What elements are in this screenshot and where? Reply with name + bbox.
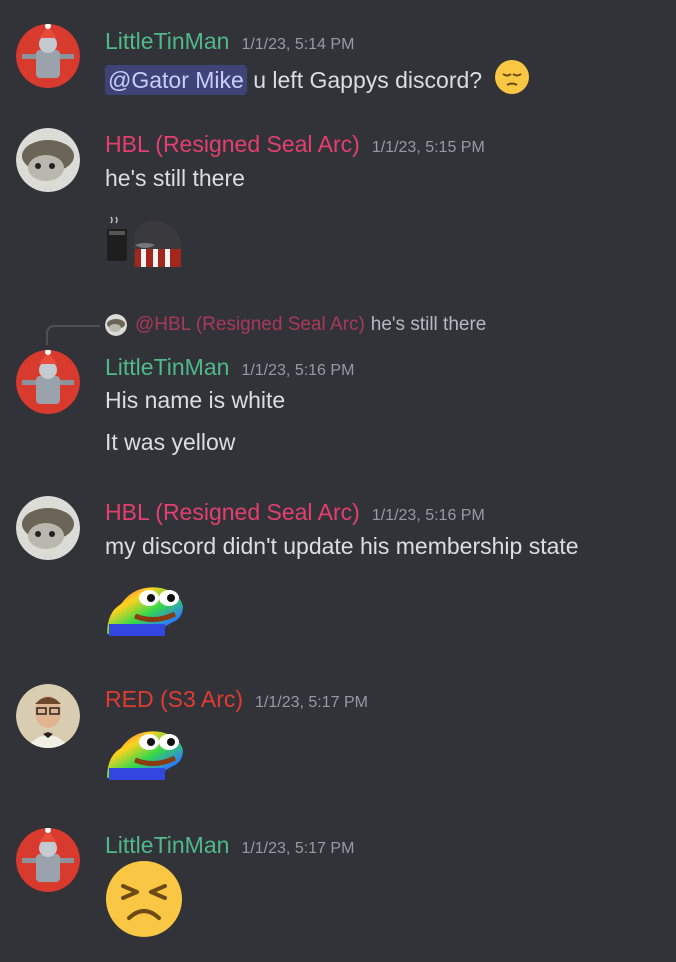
persevering-face-icon[interactable] bbox=[105, 860, 183, 943]
avatar-red[interactable] bbox=[16, 684, 80, 748]
message-body: u left Gappys discord? bbox=[253, 67, 483, 93]
author-name[interactable]: RED (S3 Arc) bbox=[105, 685, 243, 713]
user-mention[interactable]: @Gator Mike bbox=[105, 65, 247, 95]
rainbow-pepe-icon[interactable] bbox=[105, 580, 185, 643]
author-name[interactable]: HBL (Resigned Seal Arc) bbox=[105, 498, 360, 526]
message-text: @Gator Mike u left Gappys discord? bbox=[105, 59, 530, 102]
avatar-hbl[interactable] bbox=[16, 496, 80, 560]
reply-mention[interactable]: @HBL (Resigned Seal Arc) bbox=[135, 314, 365, 336]
message-line-2: It was yellow bbox=[105, 429, 236, 455]
timestamp[interactable]: 1/1/23, 5:17 PM bbox=[241, 840, 354, 858]
timestamp[interactable]: 1/1/23, 5:16 PM bbox=[241, 362, 354, 380]
message-body: he's still there bbox=[105, 165, 245, 191]
author-name[interactable]: LittleTinMan bbox=[105, 353, 229, 381]
pensive-face-icon bbox=[494, 59, 530, 102]
author-name[interactable]: LittleTinMan bbox=[105, 831, 229, 859]
timestamp[interactable]: 1/1/23, 5:17 PM bbox=[255, 694, 368, 712]
message-line-1: His name is white bbox=[105, 387, 286, 413]
reply-text: he's still there bbox=[370, 314, 487, 335]
timestamp[interactable]: 1/1/23, 5:15 PM bbox=[372, 139, 485, 157]
avatar-littletinman[interactable] bbox=[16, 350, 80, 414]
avatar-littletinman[interactable] bbox=[16, 24, 80, 88]
author-name[interactable]: LittleTinMan bbox=[105, 27, 229, 55]
author-name[interactable]: HBL (Resigned Seal Arc) bbox=[105, 130, 360, 158]
avatar-littletinman[interactable] bbox=[16, 828, 80, 892]
message-body: my discord didn't update his membership … bbox=[105, 533, 579, 559]
timestamp[interactable]: 1/1/23, 5:16 PM bbox=[372, 507, 485, 525]
avatar-hbl[interactable] bbox=[16, 128, 80, 192]
timestamp[interactable]: 1/1/23, 5:14 PM bbox=[241, 36, 354, 54]
reply-avatar bbox=[105, 314, 127, 336]
reply-preview[interactable]: @HBL (Resigned Seal Arc) he's still ther… bbox=[105, 314, 486, 336]
rainbow-pepe-icon[interactable] bbox=[105, 724, 185, 787]
coffee-seal-icon[interactable] bbox=[105, 215, 183, 272]
reply-connector bbox=[46, 325, 100, 345]
